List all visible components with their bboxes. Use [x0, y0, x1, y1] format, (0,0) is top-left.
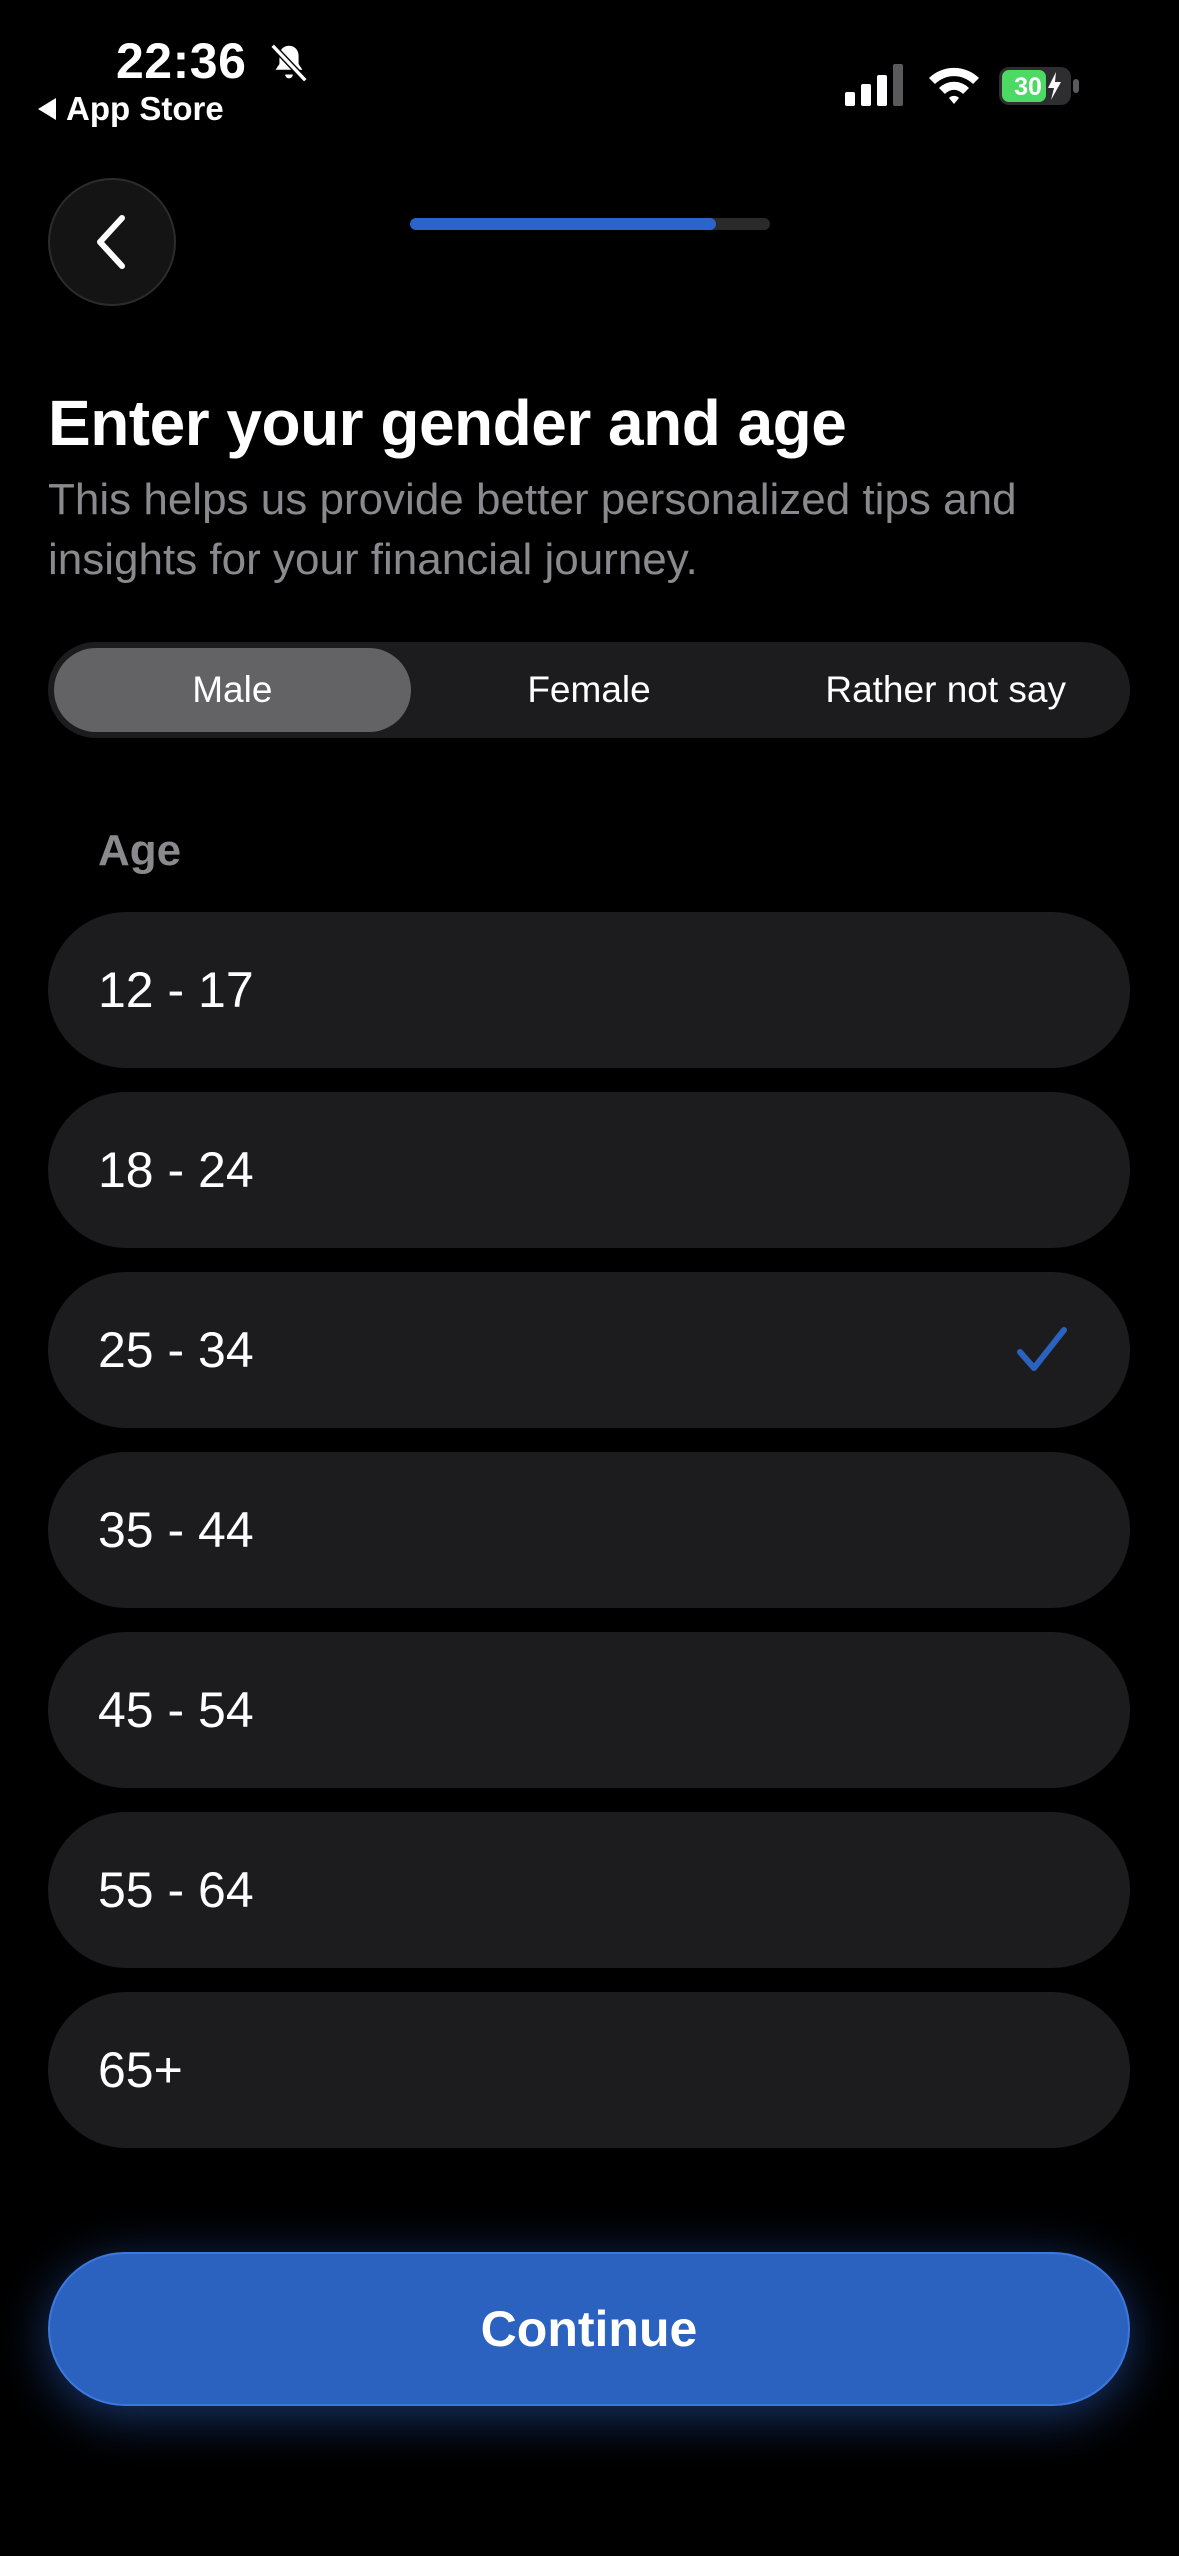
age-option-label: 18 - 24	[98, 1142, 254, 1198]
page-subtitle: This helps us provide better personalize…	[48, 475, 1017, 584]
gender-segmented-control: Male Female Rather not say	[48, 642, 1130, 738]
page-title: Enter your gender and age	[48, 387, 847, 459]
age-option[interactable]: 25 - 34	[48, 1272, 1130, 1428]
age-option-label: 65+	[98, 2042, 183, 2098]
continue-button[interactable]: Continue	[48, 2252, 1130, 2406]
age-option-label: 55 - 64	[98, 1862, 254, 1918]
age-section-label: Age	[98, 826, 182, 875]
cellular-signal-icon	[845, 64, 903, 106]
gender-option-female[interactable]: Female	[411, 648, 768, 732]
age-option[interactable]: 12 - 17	[48, 912, 1130, 1068]
age-option[interactable]: 55 - 64	[48, 1812, 1130, 1968]
gender-option-rather-not-say[interactable]: Rather not say	[767, 648, 1124, 732]
age-options-list: 12 - 17 18 - 24 25 - 34 35 - 44 45 - 54 …	[48, 912, 1130, 2172]
age-option-label: 45 - 54	[98, 1682, 254, 1738]
age-option-label: 25 - 34	[98, 1322, 254, 1378]
checkmark-icon	[1017, 1327, 1067, 1371]
battery-icon: 30	[999, 67, 1079, 105]
gender-option-male[interactable]: Male	[54, 648, 411, 732]
wifi-icon	[929, 67, 979, 104]
back-app-label: App Store	[66, 90, 224, 127]
age-option[interactable]: 65+	[48, 1992, 1130, 2148]
progress-fill	[410, 218, 716, 230]
status-time: 22:36	[116, 33, 247, 89]
back-button[interactable]	[48, 178, 176, 306]
battery-level: 30	[1014, 73, 1042, 101]
back-to-app-store[interactable]: App Store	[38, 90, 224, 128]
age-option-label: 12 - 17	[98, 962, 254, 1018]
age-option[interactable]: 18 - 24	[48, 1092, 1130, 1248]
age-option[interactable]: 45 - 54	[48, 1632, 1130, 1788]
age-option[interactable]: 35 - 44	[48, 1452, 1130, 1608]
age-option-label: 35 - 44	[98, 1502, 254, 1558]
silent-bell-icon	[270, 43, 308, 83]
chevron-left-icon	[97, 215, 125, 269]
onboarding-progress-bar	[410, 218, 770, 230]
back-triangle-icon	[38, 98, 56, 120]
